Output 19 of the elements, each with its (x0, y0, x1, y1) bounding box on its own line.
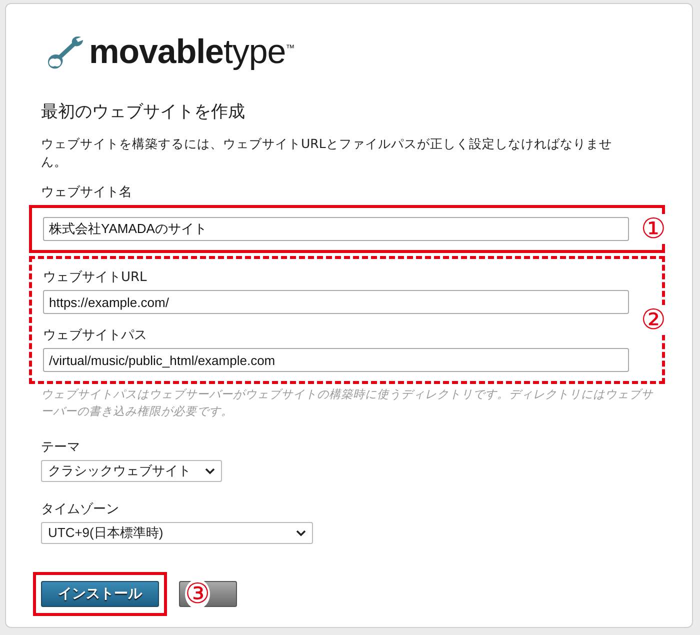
input-field[interactable]: https://example.com/ (43, 290, 629, 314)
field-label: テーマ (41, 439, 81, 456)
callout-number: ② (640, 305, 666, 335)
logo-text: movabletype$^{™}$ (89, 32, 294, 72)
dropdown[interactable]: クラシックウェブサイト (41, 460, 222, 482)
page-heading: 最初のウェブサイトを作成 (41, 101, 246, 123)
field-label: ウェブサイト名 (41, 184, 133, 201)
intro-text: ウェブサイトを構築するには、ウェブサイトURLとファイルパスが正しく設定しなければなりません。 (41, 135, 613, 171)
field-label: タイムゾーン (41, 501, 120, 518)
dropdown[interactable]: UTC+9(日本標準時) (41, 522, 313, 544)
field-label: ウェブサイトパス (43, 327, 148, 344)
install-button[interactable]: インストール (41, 581, 159, 607)
chevron-icon (296, 530, 306, 536)
chevron-icon (205, 468, 215, 474)
input-field[interactable]: /virtual/music/public_html/example.com (43, 348, 629, 372)
field-label: ウェブサイトURL (43, 269, 148, 286)
input-field[interactable]: 株式会社YAMADAのサイト (43, 217, 629, 241)
hint-text: ウェブサイトパスはウェブサーバーがウェブサイトの構築時に使うディレクトリです。ディレクトリにはウェブサーバーの書き込み権限が必要です。 (41, 386, 654, 420)
callout-number: ① (640, 214, 666, 244)
